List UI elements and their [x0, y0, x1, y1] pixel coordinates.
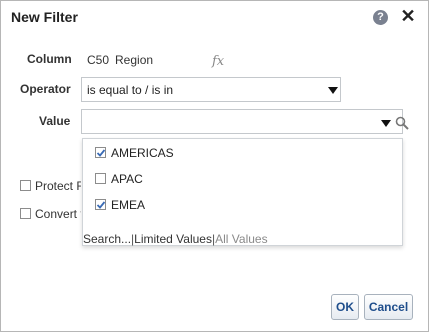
convert-label: Convert t	[35, 207, 81, 221]
option-checkbox[interactable]	[95, 199, 106, 210]
convert-checkbox[interactable]	[20, 208, 31, 219]
help-icon[interactable]: ?	[373, 10, 388, 25]
option-label: APAC	[111, 172, 143, 186]
dropdown-footer: Search...|Limited Values|All Values	[83, 232, 268, 246]
check-icon	[96, 201, 106, 209]
limited-values-link[interactable]: Limited Values	[134, 232, 212, 246]
chevron-down-icon	[328, 87, 338, 94]
new-filter-dialog: New Filter ? ✕ Column C50 Region fx Opera…	[0, 0, 429, 332]
column-prefix: C50	[87, 53, 110, 67]
operator-value: is equal to / is in	[87, 83, 174, 97]
value-input[interactable]	[81, 109, 409, 134]
check-icon	[96, 149, 106, 157]
option-label: EMEA	[111, 198, 146, 212]
operator-select[interactable]: is equal to / is in	[81, 77, 341, 102]
close-icon[interactable]: ✕	[400, 6, 416, 26]
protect-filter-checkbox[interactable]	[20, 180, 31, 191]
cancel-button[interactable]: Cancel	[364, 294, 413, 320]
column-value: C50 Region	[87, 53, 153, 67]
operator-label: Operator	[20, 82, 71, 96]
all-values-link[interactable]: All Values	[215, 232, 267, 246]
dialog-title: New Filter	[11, 9, 78, 25]
value-dropdown-list: AMERICAS APAC EMEA Search...|Limited Val…	[82, 138, 403, 246]
column-label: Column	[27, 52, 72, 66]
option-checkbox[interactable]	[95, 173, 106, 184]
search-link[interactable]: Search...	[83, 232, 131, 246]
option-checkbox[interactable]	[95, 147, 106, 158]
value-label: Value	[39, 114, 71, 128]
option-label: AMERICAS	[111, 146, 174, 160]
column-name: Region	[115, 53, 154, 67]
protect-filter-label: Protect F	[35, 179, 81, 193]
search-icon[interactable]	[395, 116, 409, 130]
value-dropdown-icon[interactable]	[381, 120, 391, 127]
fx-icon[interactable]: fx	[212, 54, 224, 69]
ok-button[interactable]: OK	[331, 294, 359, 320]
